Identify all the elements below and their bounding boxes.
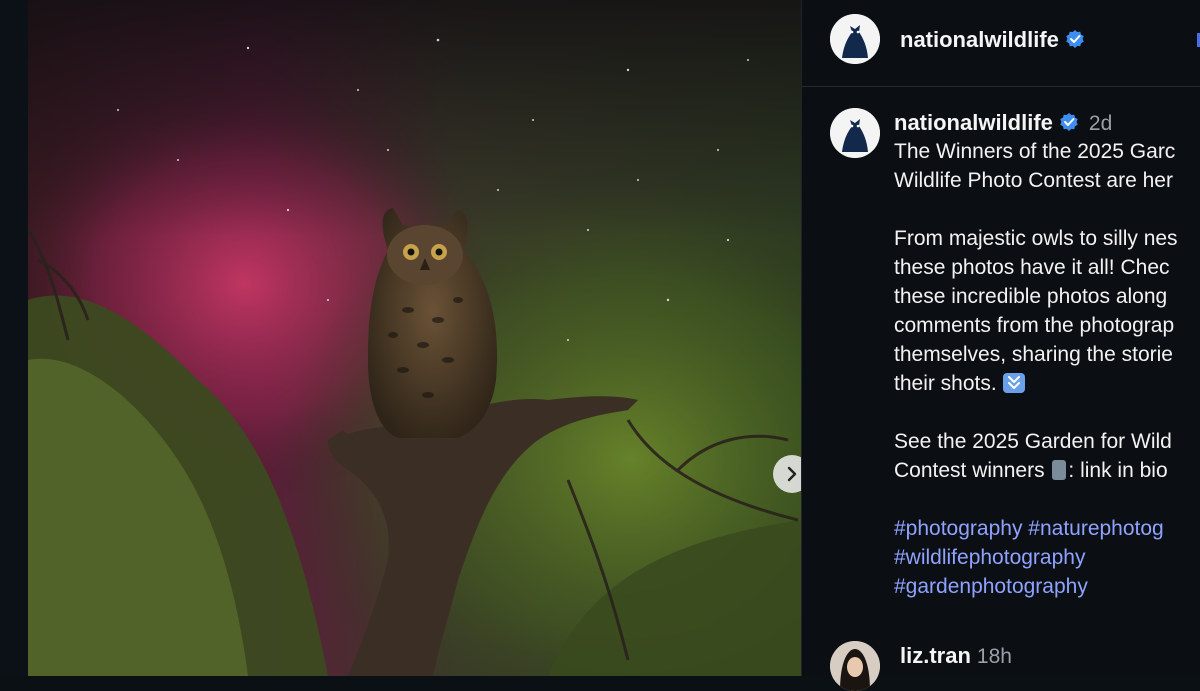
caption-line: these photos have it all! Chec bbox=[894, 256, 1170, 279]
mobile-phone-arrow-emoji bbox=[1052, 460, 1067, 480]
owl-aurora-photo bbox=[28, 0, 801, 676]
comment: liz.tran 18h bbox=[900, 643, 1012, 669]
hashtag-link[interactable]: #photography #naturephotog bbox=[894, 514, 1200, 543]
commenter-avatar[interactable] bbox=[830, 641, 880, 691]
post-age[interactable]: 2d bbox=[1089, 112, 1112, 135]
raccoon-logo-icon bbox=[830, 108, 880, 158]
caption-line: See the 2025 Garden for Wild bbox=[894, 430, 1172, 453]
caption-line: : link in bio bbox=[1068, 459, 1168, 482]
caption-line: comments from the photograp bbox=[894, 314, 1175, 337]
caption-line: these incredible photos along bbox=[894, 285, 1168, 308]
raccoon-logo-icon bbox=[830, 14, 880, 64]
caption-line: From majestic owls to silly nes bbox=[894, 227, 1178, 250]
verified-badge-icon bbox=[1066, 30, 1084, 48]
caption-author-avatar[interactable] bbox=[830, 108, 880, 158]
author-username[interactable]: nationalwildlife bbox=[900, 27, 1085, 53]
caption-line: themselves, sharing the storie bbox=[894, 343, 1173, 366]
post-side-panel: nationalwildlife nationalwildlife 2d The… bbox=[801, 0, 1200, 691]
double-down-arrow-emoji bbox=[1002, 373, 1025, 393]
person-photo-icon bbox=[830, 641, 880, 691]
post-image[interactable] bbox=[28, 0, 801, 676]
caption-line: Wildlife Photo Contest are her bbox=[894, 169, 1173, 192]
chevron-right-icon bbox=[787, 466, 797, 482]
comment-age[interactable]: 18h bbox=[977, 645, 1012, 668]
hashtag-link[interactable]: #wildlifephotography bbox=[894, 543, 1200, 572]
caption-line bbox=[894, 195, 1200, 224]
author-avatar[interactable] bbox=[830, 14, 880, 64]
commenter-username[interactable]: liz.tran bbox=[900, 643, 971, 668]
left-gutter bbox=[0, 0, 28, 676]
caption-author-username[interactable]: nationalwildlife bbox=[894, 110, 1053, 135]
caption-line: The Winners of the 2025 Garc bbox=[894, 140, 1176, 163]
caption-line: Contest winners bbox=[894, 459, 1045, 482]
hashtag-link[interactable]: #gardenphotography bbox=[894, 572, 1200, 601]
author-username-text[interactable]: nationalwildlife bbox=[900, 27, 1059, 52]
post-header: nationalwildlife bbox=[802, 0, 1200, 87]
verified-badge-icon bbox=[1060, 113, 1078, 131]
caption-line: their shots. bbox=[894, 372, 997, 395]
post-caption: nationalwildlife 2d The Winners of the 2… bbox=[894, 108, 1200, 601]
